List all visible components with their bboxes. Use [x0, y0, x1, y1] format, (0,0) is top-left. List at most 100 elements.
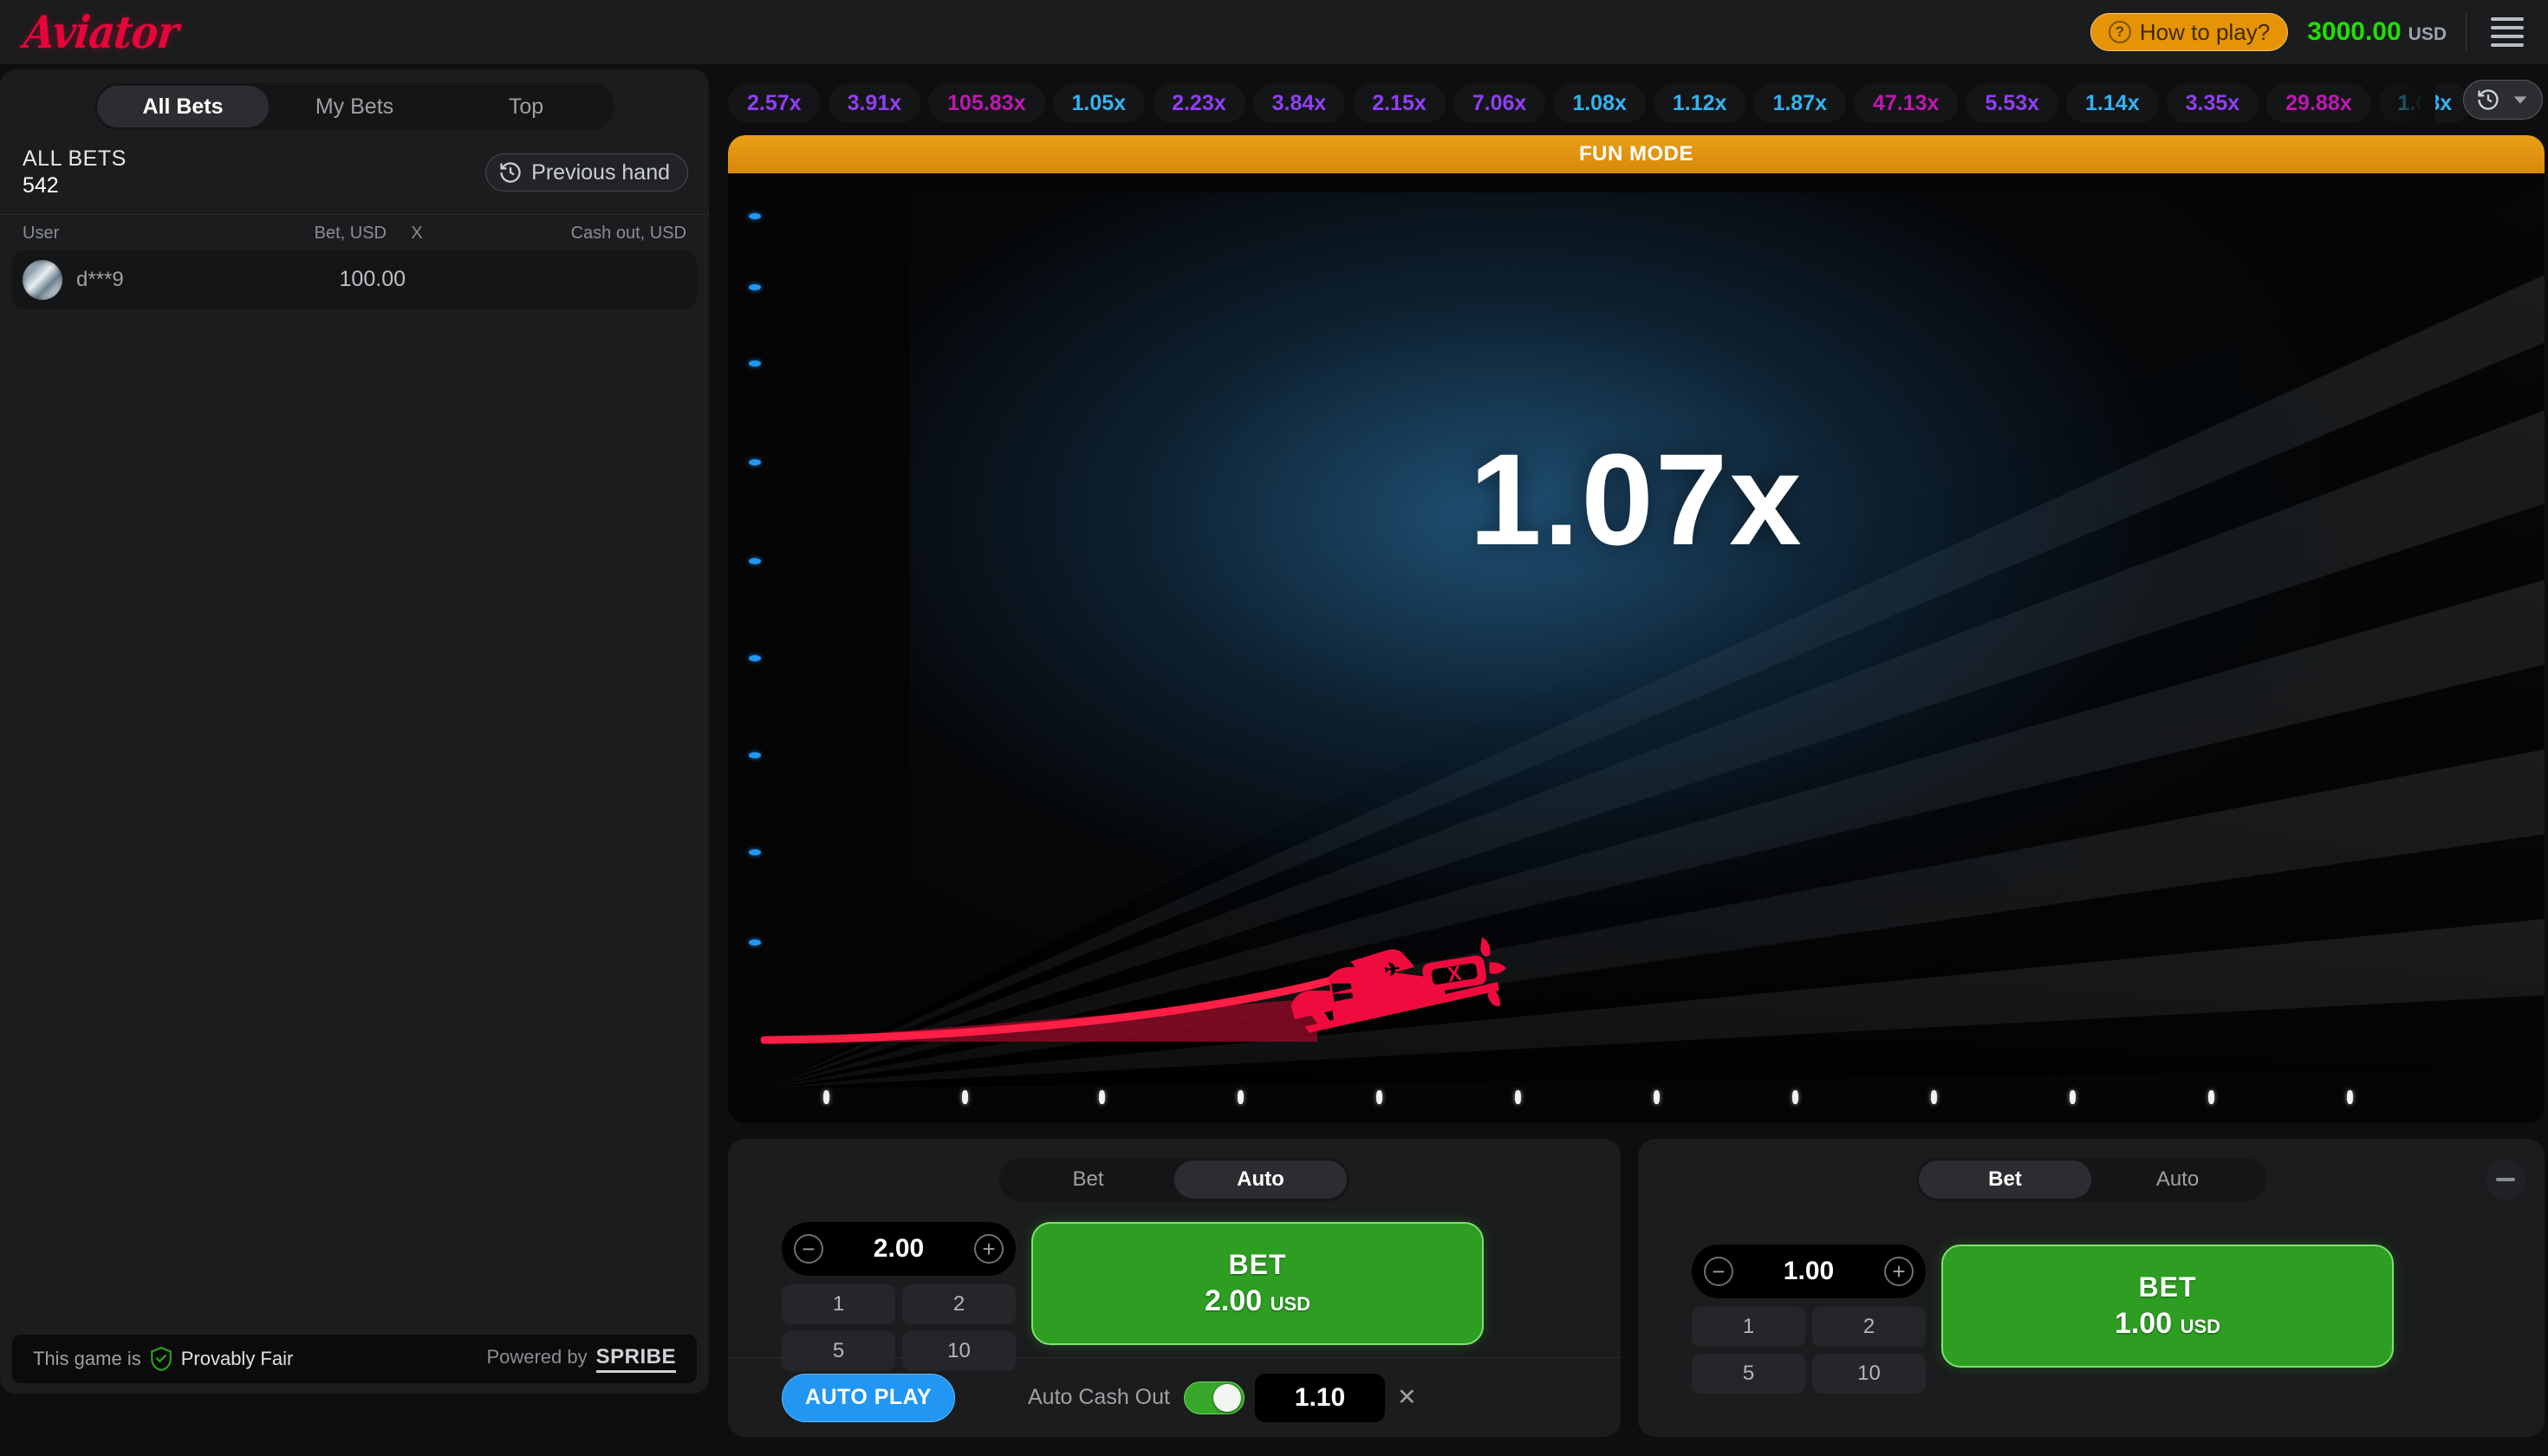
- column-bet: Bet, USD: [314, 223, 387, 243]
- history-multiplier-chip[interactable]: 7.06x: [1453, 83, 1546, 123]
- plus-circle-icon[interactable]: +: [1883, 1257, 1914, 1286]
- quick-amount-2-left[interactable]: 2: [902, 1284, 1016, 1324]
- close-x-icon[interactable]: ✕: [1397, 1384, 1417, 1411]
- auto-play-button[interactable]: AUTO PLAY: [782, 1373, 955, 1422]
- provably-fair-label: Provably Fair: [180, 1348, 294, 1369]
- history-multiplier-chip[interactable]: 1.14x: [2066, 83, 2159, 123]
- y-axis-tick: [749, 752, 761, 758]
- how-to-play-button[interactable]: ? How to play?: [2090, 13, 2289, 51]
- toggle-knob: [1212, 1383, 1241, 1412]
- sidebar-tabs: All Bets My Bets Top: [94, 83, 614, 130]
- bet-controls-left: − 2.00 + 1 2 5 10 BET 2.00 USD: [782, 1222, 1484, 1371]
- bet-amount-stepper-right[interactable]: − 1.00 +: [1692, 1245, 1926, 1298]
- bet-amount-value-left[interactable]: 2.00: [874, 1234, 924, 1264]
- history-multiplier-chip[interactable]: 1.05x: [1052, 83, 1146, 123]
- x-axis-tick: [962, 1090, 968, 1104]
- auto-cash-out-toggle[interactable]: [1183, 1381, 1245, 1414]
- x-axis-tick: [2347, 1090, 2353, 1104]
- minus-circle-icon[interactable]: −: [1704, 1257, 1733, 1286]
- multiplier-history-bar[interactable]: 2.57x 3.91x 105.83x 1.05x 2.23x 3.84x 2.15x 7.0…: [728, 80, 2545, 127]
- powered-by-label: Powered by: [486, 1346, 588, 1368]
- aviator-logo: Aviator: [21, 5, 181, 59]
- history-multiplier-chip[interactable]: 3.84x: [1252, 83, 1346, 123]
- game-canvas: FUN MODE X ✈ 1.07x: [728, 135, 2545, 1123]
- previous-hand-label: Previous hand: [531, 159, 670, 185]
- row-bet-amount: 100.00: [339, 267, 406, 291]
- minimize-icon[interactable]: [2486, 1160, 2525, 1199]
- tab-all-bets[interactable]: All Bets: [97, 86, 269, 127]
- bet-button-amount-right: 1.00 USD: [2115, 1307, 2220, 1341]
- all-bets-count: 542: [23, 173, 59, 198]
- how-to-play-label: How to play?: [2139, 18, 2271, 45]
- bets-sidebar: All Bets My Bets Top ALL BETS 542 Previo…: [0, 69, 709, 1394]
- x-axis-tick: [1238, 1090, 1244, 1104]
- history-multiplier-chip[interactable]: 29.88x: [2266, 83, 2371, 123]
- bet-amount-stepper-left[interactable]: − 2.00 +: [782, 1222, 1016, 1276]
- auto-cash-out-label: Auto Cash Out: [1028, 1385, 1170, 1409]
- svg-text:✈: ✈: [1382, 958, 1401, 982]
- spribe-brand[interactable]: SPRIBE: [595, 1345, 676, 1373]
- history-multiplier-chip[interactable]: 1.08x: [1553, 83, 1646, 123]
- red-airplane-icon: X ✈: [1290, 937, 1506, 1033]
- history-multiplier-chip[interactable]: 1.08x: [2378, 83, 2472, 123]
- bet-mode-toggle-left: Bet Auto: [999, 1158, 1349, 1201]
- fun-mode-banner: FUN MODE: [728, 135, 2545, 173]
- tab-top[interactable]: Top: [440, 86, 612, 127]
- history-tools-button[interactable]: [2463, 80, 2543, 120]
- bet-mode-toggle-right: Bet Auto: [1916, 1158, 2266, 1201]
- history-multiplier-chip[interactable]: 1.87x: [1753, 83, 1846, 123]
- bet-mode-bet-right[interactable]: Bet: [1919, 1160, 2091, 1199]
- question-mark-icon: ?: [2108, 21, 2131, 43]
- x-axis-tick: [823, 1090, 829, 1104]
- bet-button-value-left: 2.00: [1204, 1284, 1263, 1317]
- minus-circle-icon[interactable]: −: [794, 1234, 823, 1264]
- bet-button-title-right: BET: [2138, 1271, 2197, 1303]
- bet-panel-left: Bet Auto − 2.00 + 1 2 5 10 BET 2.00 USD: [728, 1139, 1621, 1437]
- plus-circle-icon[interactable]: +: [973, 1234, 1004, 1264]
- all-bets-title: ALL BETS: [23, 146, 127, 171]
- bets-list[interactable]: d***9 100.00: [0, 250, 709, 1336]
- bet-mode-auto-left[interactable]: Auto: [1174, 1160, 1347, 1199]
- header-divider: [2466, 13, 2467, 51]
- hamburger-menu-icon[interactable]: [2486, 12, 2529, 52]
- provably-fair-group[interactable]: This game is Provably Fair: [33, 1347, 293, 1371]
- history-multiplier-chip[interactable]: 2.15x: [1353, 83, 1446, 123]
- x-axis-tick: [1654, 1090, 1660, 1104]
- history-multiplier-chip[interactable]: 47.13x: [1854, 83, 1959, 123]
- bet-amount-value-right[interactable]: 1.00: [1784, 1257, 1834, 1286]
- bet-panel-right: Bet Auto − 1.00 + 1 2 5 10 BET 1.00 USD: [1638, 1139, 2545, 1437]
- quick-amount-1-left[interactable]: 1: [782, 1284, 895, 1324]
- history-multiplier-chip[interactable]: 105.83x: [928, 83, 1045, 123]
- x-axis-tick: [1931, 1090, 1937, 1104]
- quick-amounts-right: 1 2 5 10: [1692, 1307, 1926, 1394]
- auto-cash-out-value[interactable]: 1.10: [1254, 1373, 1385, 1422]
- y-axis-tick: [749, 939, 761, 946]
- balance-amount: 3000.00: [2307, 17, 2402, 46]
- shield-check-icon: [150, 1347, 172, 1371]
- history-multiplier-chip[interactable]: 2.23x: [1153, 83, 1245, 123]
- x-axis-tick: [2070, 1090, 2076, 1104]
- balance-display: 3000.00 USD: [2307, 17, 2447, 47]
- bet-mode-auto-right[interactable]: Auto: [2091, 1160, 2264, 1199]
- history-multiplier-chip[interactable]: 1.12x: [1653, 83, 1746, 123]
- quick-amount-10-right[interactable]: 10: [1812, 1354, 1926, 1394]
- quick-amount-2-right[interactable]: 2: [1812, 1307, 1926, 1347]
- previous-hand-button[interactable]: Previous hand: [485, 153, 688, 192]
- history-multiplier-chip[interactable]: 5.53x: [1966, 83, 2059, 123]
- history-multiplier-chip[interactable]: 2.57x: [728, 83, 821, 123]
- bet-button-left[interactable]: BET 2.00 USD: [1031, 1222, 1484, 1345]
- bet-button-right[interactable]: BET 1.00 USD: [1941, 1245, 2394, 1368]
- tab-my-bets[interactable]: My Bets: [269, 86, 440, 127]
- bet-button-value-right: 1.00: [2114, 1307, 2173, 1340]
- quick-amount-5-right[interactable]: 5: [1692, 1354, 1805, 1394]
- x-axis-tick: [1376, 1090, 1382, 1104]
- quick-amount-1-right[interactable]: 1: [1692, 1307, 1805, 1347]
- y-axis-tick: [749, 284, 761, 290]
- header-right-group: ? How to play? 3000.00 USD: [2090, 12, 2548, 52]
- chevron-down-icon: [2513, 96, 2527, 104]
- bet-mode-bet-left[interactable]: Bet: [1002, 1160, 1174, 1199]
- all-bets-header: ALL BETS 542 Previous hand: [0, 130, 709, 215]
- history-multiplier-chip[interactable]: 3.35x: [2166, 83, 2259, 123]
- history-multiplier-chip[interactable]: 3.91x: [828, 83, 921, 123]
- table-row[interactable]: d***9 100.00: [12, 250, 697, 309]
